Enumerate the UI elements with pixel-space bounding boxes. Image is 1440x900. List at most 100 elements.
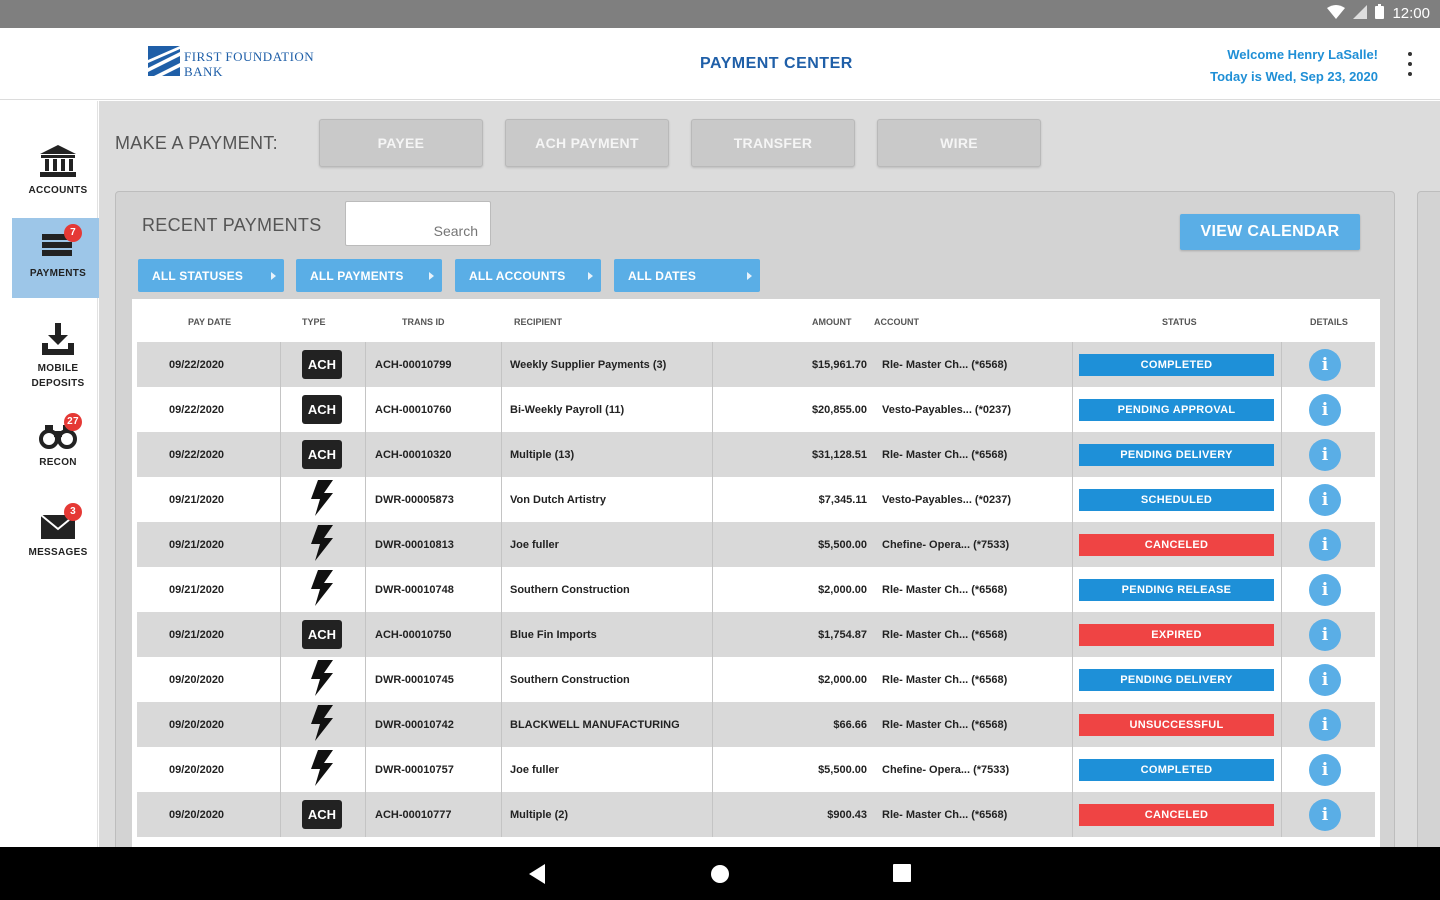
wire-button[interactable]: WIRE: [877, 119, 1041, 167]
payments-badge: 7: [64, 224, 82, 242]
col-amount: AMOUNT: [812, 317, 852, 327]
status-cell: PENDING DELIVERY: [1079, 657, 1274, 702]
info-icon[interactable]: i: [1309, 618, 1341, 651]
trans-id: DWR-00010757: [375, 763, 454, 776]
table-row[interactable]: 09/20/2020 DWR-00010757 Joe fuller $5,500.0…: [137, 747, 1375, 792]
status-badge: COMPLETED: [1079, 353, 1274, 376]
ach-type-badge: ACH: [302, 620, 342, 649]
logo-flag-icon: [148, 46, 180, 81]
trans-id: ACH-00010320: [375, 448, 452, 461]
info-icon[interactable]: i: [1309, 393, 1341, 426]
amount: $2,000.00: [818, 673, 867, 686]
status-cell: PENDING APPROVAL: [1079, 387, 1274, 432]
info-icon[interactable]: i: [1309, 663, 1341, 696]
pay-date: 09/20/2020: [169, 718, 225, 731]
info-icon[interactable]: i: [1309, 348, 1341, 381]
binoculars-icon: 27: [38, 413, 82, 451]
table-row[interactable]: 09/21/2020 DWR-00010748 Southern Construct…: [137, 567, 1375, 612]
bank-icon: [38, 143, 78, 179]
sidebar-item-accounts[interactable]: ACCOUNTS: [12, 135, 104, 215]
payments-table: PAY DATE TYPE TRANS ID RECIPIENT AMOUNT …: [132, 299, 1380, 851]
amount: $1,754.87: [818, 628, 867, 641]
filter-statuses[interactable]: ALL STATUSES: [138, 259, 284, 292]
wire-bolt-icon: [309, 750, 335, 789]
back-icon[interactable]: [529, 864, 547, 889]
transfer-button[interactable]: TRANSFER: [691, 119, 855, 167]
trans-id: DWR-00010813: [375, 538, 454, 551]
info-icon[interactable]: i: [1309, 753, 1341, 786]
table-row[interactable]: 09/22/2020 ACH ACH-00010320 Multiple (13) $3…: [137, 432, 1375, 477]
pay-date: 09/22/2020: [169, 448, 225, 461]
sidebar-item-mobile-deposits[interactable]: MOBILE DEPOSITS: [12, 313, 104, 393]
filter-dates[interactable]: ALL DATES: [614, 259, 760, 292]
table-row[interactable]: 09/21/2020 DWR-00005873 Von Dutch Artistry…: [137, 477, 1375, 522]
recipient: Blue Fin Imports: [510, 628, 597, 641]
recipient: Joe fuller: [510, 763, 559, 776]
pay-date: 09/21/2020: [169, 538, 225, 551]
info-icon[interactable]: i: [1309, 528, 1341, 561]
table-row[interactable]: 09/21/2020 DWR-00010813 Joe fuller $5,500.0…: [137, 522, 1375, 567]
info-icon[interactable]: i: [1309, 708, 1341, 741]
table-row[interactable]: 09/21/2020 ACH ACH-00010750 Blue Fin Import…: [137, 612, 1375, 657]
overflow-menu-icon[interactable]: [1406, 52, 1414, 76]
status-badge: UNSUCCESSFUL: [1079, 713, 1274, 736]
table-row[interactable]: 09/20/2020 ACH ACH-00010777 Multiple (2) $90…: [137, 792, 1375, 837]
recipient: Multiple (13): [510, 448, 575, 461]
status-badge: CANCELED: [1079, 803, 1274, 826]
table-row[interactable]: 09/20/2020 DWR-00010742 BLACKWELL MANUFACT…: [137, 702, 1375, 747]
status-badge: COMPLETED: [1079, 758, 1274, 781]
type-cell: ACH: [292, 387, 352, 432]
status-cell: PENDING RELEASE: [1079, 567, 1274, 612]
amount: $900.43: [827, 808, 867, 821]
sidebar-item-recon[interactable]: 27 RECON: [12, 407, 104, 487]
details-cell: i: [1309, 792, 1341, 837]
type-cell: ACH: [292, 612, 352, 657]
account: Chefine- Opera... (*7533): [882, 538, 1010, 551]
sidebar-item-payments[interactable]: 7 PAYMENTS: [12, 218, 104, 298]
recent-payments-panel: RECENT PAYMENTS VIEW CALENDAR ALL STATUS…: [115, 191, 1395, 851]
logo-line2: BANK: [184, 63, 223, 79]
sidebar-item-messages[interactable]: 3 MESSAGES: [12, 497, 104, 577]
page-title: PAYMENT CENTER: [700, 55, 853, 72]
status-cell: CANCELED: [1079, 522, 1274, 567]
info-icon[interactable]: i: [1309, 483, 1341, 516]
status-badge: PENDING DELIVERY: [1079, 668, 1274, 691]
account: Rle- Master Ch... (*6568): [882, 358, 1008, 371]
type-cell: [292, 747, 352, 792]
wire-bolt-icon: [309, 480, 335, 519]
info-icon[interactable]: i: [1309, 573, 1341, 606]
details-cell: i: [1309, 522, 1341, 567]
col-details: DETAILS: [1310, 317, 1348, 327]
trans-id: DWR-00010748: [375, 583, 454, 596]
info-icon[interactable]: i: [1309, 798, 1341, 831]
info-icon[interactable]: i: [1309, 438, 1341, 471]
signal-icon: [1353, 4, 1368, 23]
table-row[interactable]: 09/20/2020 DWR-00010745 Southern Construct…: [137, 657, 1375, 702]
home-icon[interactable]: [710, 864, 730, 889]
account: Rle- Master Ch... (*6568): [882, 718, 1008, 731]
wire-bolt-icon: [309, 660, 335, 699]
recipient: Multiple (2): [510, 808, 569, 821]
view-calendar-button[interactable]: VIEW CALENDAR: [1180, 214, 1360, 250]
recipient: Weekly Supplier Payments (3): [510, 358, 667, 371]
filter-payments[interactable]: ALL PAYMENTS: [296, 259, 442, 292]
sidebar-item-label: MESSAGES: [28, 547, 88, 558]
make-payment-label: MAKE A PAYMENT:: [115, 133, 278, 153]
recipient: Joe fuller: [510, 538, 559, 551]
status-badge: CANCELED: [1079, 533, 1274, 556]
amount: $15,961.70: [811, 358, 867, 371]
welcome-block: Welcome Henry LaSalle! Today is Wed, Sep…: [1210, 44, 1378, 88]
type-cell: [292, 477, 352, 522]
sidebar: ACCOUNTS 7 PAYMENTS MOBILE DEPOSITS 27 R…: [0, 101, 104, 847]
recents-icon[interactable]: [893, 864, 911, 887]
side-panel-edge: [1417, 191, 1440, 851]
table-row[interactable]: 09/22/2020 ACH ACH-00010799 Weekly Supplier…: [137, 342, 1375, 387]
filter-accounts[interactable]: ALL ACCOUNTS: [455, 259, 601, 292]
details-cell: i: [1309, 387, 1341, 432]
payee-button[interactable]: PAYEE: [319, 119, 483, 167]
ach-payment-button[interactable]: ACH PAYMENT: [505, 119, 669, 167]
recipient: Southern Construction: [510, 673, 630, 686]
table-row[interactable]: 09/22/2020 ACH ACH-00010760 Bi-Weekly Payro…: [137, 387, 1375, 432]
search-input[interactable]: [345, 201, 491, 246]
bank-logo[interactable]: FIRST FOUNDATION BANK: [148, 46, 314, 81]
